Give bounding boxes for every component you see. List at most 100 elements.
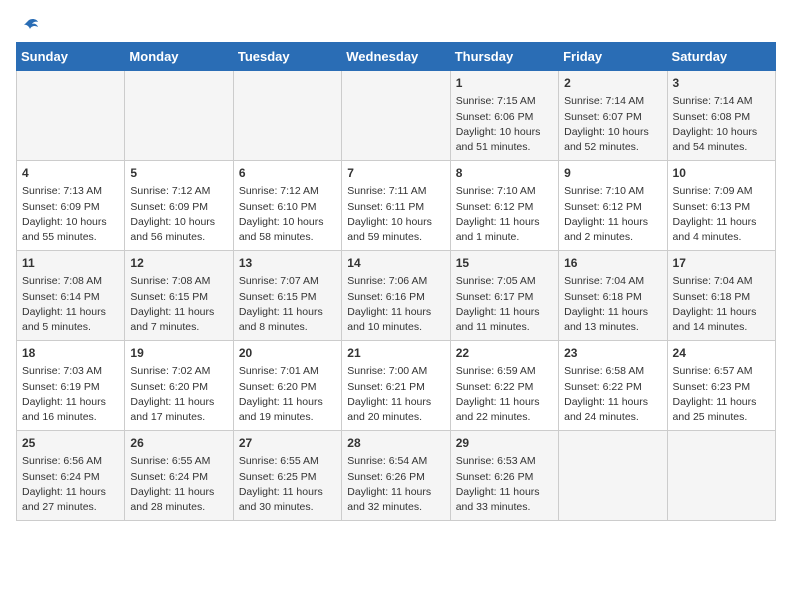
day-info-line: and 5 minutes. [22, 321, 91, 333]
day-info-line: and 14 minutes. [673, 321, 748, 333]
day-number: 13 [239, 255, 336, 272]
day-info-line: and 20 minutes. [347, 411, 422, 423]
day-info-line: Sunset: 6:22 PM [456, 381, 534, 393]
day-number: 7 [347, 165, 444, 182]
day-info-line: Sunset: 6:09 PM [22, 201, 100, 213]
day-info-line: Daylight: 11 hours [130, 486, 214, 498]
calendar-cell: 22Sunrise: 6:59 AMSunset: 6:22 PMDayligh… [450, 341, 558, 431]
calendar-cell: 20Sunrise: 7:01 AMSunset: 6:20 PMDayligh… [233, 341, 341, 431]
day-info-line: and 17 minutes. [130, 411, 205, 423]
day-info-line: and 58 minutes. [239, 231, 314, 243]
day-info-line: Sunset: 6:06 PM [456, 111, 534, 123]
calendar-cell: 6Sunrise: 7:12 AMSunset: 6:10 PMDaylight… [233, 161, 341, 251]
day-info-line: and 52 minutes. [564, 141, 639, 153]
calendar-cell: 14Sunrise: 7:06 AMSunset: 6:16 PMDayligh… [342, 251, 450, 341]
day-number: 10 [673, 165, 770, 182]
calendar-cell: 4Sunrise: 7:13 AMSunset: 6:09 PMDaylight… [17, 161, 125, 251]
day-info-line: Daylight: 11 hours [456, 306, 540, 318]
day-info-line: and 16 minutes. [22, 411, 97, 423]
weekday-header-tuesday: Tuesday [233, 43, 341, 71]
day-info-line: Daylight: 11 hours [22, 486, 106, 498]
day-info-line: Sunset: 6:26 PM [347, 471, 425, 483]
calendar-cell: 7Sunrise: 7:11 AMSunset: 6:11 PMDaylight… [342, 161, 450, 251]
day-info-line: Sunset: 6:26 PM [456, 471, 534, 483]
day-info-line: Daylight: 11 hours [347, 396, 431, 408]
day-number: 5 [130, 165, 227, 182]
day-info-line: Sunrise: 7:08 AM [22, 275, 102, 287]
day-number: 4 [22, 165, 119, 182]
day-info-line: Daylight: 11 hours [347, 486, 431, 498]
logo [16, 16, 40, 34]
day-info-line: Sunrise: 6:56 AM [22, 455, 102, 467]
day-number: 8 [456, 165, 553, 182]
calendar-cell: 17Sunrise: 7:04 AMSunset: 6:18 PMDayligh… [667, 251, 775, 341]
day-info-line: and 19 minutes. [239, 411, 314, 423]
day-info-line: Daylight: 11 hours [673, 306, 757, 318]
day-info-line: Sunset: 6:08 PM [673, 111, 751, 123]
calendar-cell: 16Sunrise: 7:04 AMSunset: 6:18 PMDayligh… [559, 251, 667, 341]
day-number: 22 [456, 345, 553, 362]
day-info-line: Daylight: 11 hours [22, 396, 106, 408]
weekday-header-sunday: Sunday [17, 43, 125, 71]
day-info-line: Sunset: 6:20 PM [239, 381, 317, 393]
day-info-line: Sunrise: 7:12 AM [239, 185, 319, 197]
day-number: 18 [22, 345, 119, 362]
day-info-line: Daylight: 11 hours [347, 306, 431, 318]
day-number: 28 [347, 435, 444, 452]
calendar-cell: 11Sunrise: 7:08 AMSunset: 6:14 PMDayligh… [17, 251, 125, 341]
day-info-line: Daylight: 10 hours [673, 126, 758, 138]
day-info-line: Sunset: 6:13 PM [673, 201, 751, 213]
calendar-cell: 26Sunrise: 6:55 AMSunset: 6:24 PMDayligh… [125, 431, 233, 521]
day-info-line: Daylight: 11 hours [22, 306, 106, 318]
day-info-line: Sunset: 6:20 PM [130, 381, 208, 393]
weekday-header-wednesday: Wednesday [342, 43, 450, 71]
day-info-line: Sunrise: 7:05 AM [456, 275, 536, 287]
day-info-line: and 25 minutes. [673, 411, 748, 423]
day-info-line: Daylight: 10 hours [456, 126, 541, 138]
calendar-cell: 21Sunrise: 7:00 AMSunset: 6:21 PMDayligh… [342, 341, 450, 431]
weekday-header-monday: Monday [125, 43, 233, 71]
calendar-cell [559, 431, 667, 521]
calendar-cell: 28Sunrise: 6:54 AMSunset: 6:26 PMDayligh… [342, 431, 450, 521]
day-info-line: Daylight: 11 hours [456, 216, 540, 228]
calendar-cell [233, 71, 341, 161]
day-number: 14 [347, 255, 444, 272]
calendar-cell [342, 71, 450, 161]
day-info-line: Sunrise: 7:03 AM [22, 365, 102, 377]
day-info-line: Sunrise: 6:55 AM [130, 455, 210, 467]
day-info-line: Sunrise: 7:10 AM [456, 185, 536, 197]
day-info-line: Daylight: 11 hours [239, 486, 323, 498]
day-number: 1 [456, 75, 553, 92]
day-number: 26 [130, 435, 227, 452]
day-info-line: and 8 minutes. [239, 321, 308, 333]
day-info-line: Daylight: 10 hours [347, 216, 432, 228]
day-info-line: Sunrise: 7:04 AM [564, 275, 644, 287]
day-info-line: and 28 minutes. [130, 501, 205, 513]
day-info-line: Sunset: 6:15 PM [130, 291, 208, 303]
calendar-cell: 12Sunrise: 7:08 AMSunset: 6:15 PMDayligh… [125, 251, 233, 341]
day-info-line: Sunrise: 7:12 AM [130, 185, 210, 197]
calendar-cell: 3Sunrise: 7:14 AMSunset: 6:08 PMDaylight… [667, 71, 775, 161]
day-info-line: and 22 minutes. [456, 411, 531, 423]
day-info-line: Daylight: 11 hours [239, 306, 323, 318]
day-info-line: Sunset: 6:12 PM [564, 201, 642, 213]
day-number: 15 [456, 255, 553, 272]
calendar-cell: 27Sunrise: 6:55 AMSunset: 6:25 PMDayligh… [233, 431, 341, 521]
day-info-line: Daylight: 11 hours [130, 306, 214, 318]
day-info-line: Sunset: 6:10 PM [239, 201, 317, 213]
day-number: 29 [456, 435, 553, 452]
day-info-line: and 56 minutes. [130, 231, 205, 243]
calendar-cell: 2Sunrise: 7:14 AMSunset: 6:07 PMDaylight… [559, 71, 667, 161]
calendar-cell: 24Sunrise: 6:57 AMSunset: 6:23 PMDayligh… [667, 341, 775, 431]
day-info-line: Daylight: 11 hours [239, 396, 323, 408]
day-info-line: and 1 minute. [456, 231, 520, 243]
day-info-line: Sunrise: 6:57 AM [673, 365, 753, 377]
day-info-line: and 55 minutes. [22, 231, 97, 243]
day-number: 12 [130, 255, 227, 272]
day-info-line: Sunrise: 6:58 AM [564, 365, 644, 377]
day-info-line: and 59 minutes. [347, 231, 422, 243]
calendar-week-row: 11Sunrise: 7:08 AMSunset: 6:14 PMDayligh… [17, 251, 776, 341]
calendar-header-row: SundayMondayTuesdayWednesdayThursdayFrid… [17, 43, 776, 71]
calendar-cell [17, 71, 125, 161]
calendar-cell: 5Sunrise: 7:12 AMSunset: 6:09 PMDaylight… [125, 161, 233, 251]
